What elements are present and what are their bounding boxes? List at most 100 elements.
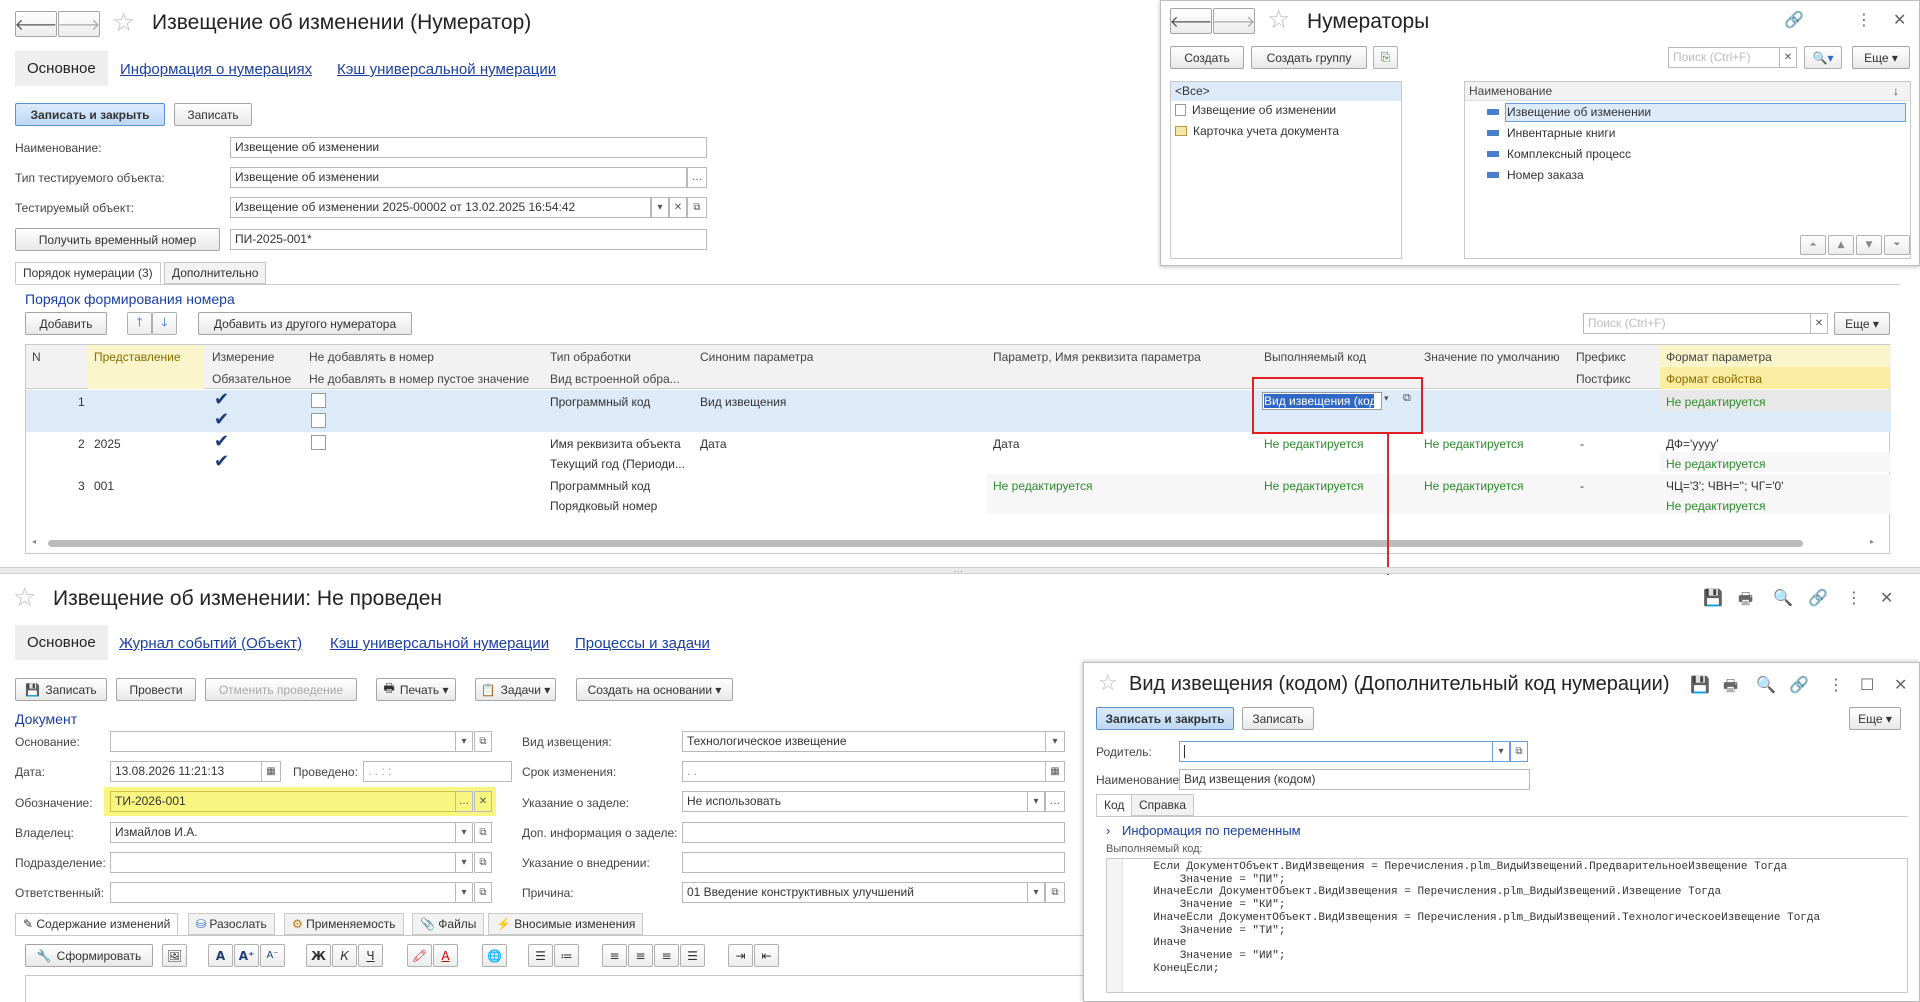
create-button[interactable]: Создать — [1170, 46, 1244, 69]
row-1-dim-check-icon[interactable]: ✔ — [214, 391, 229, 409]
basis-dropdown-icon[interactable]: ▾ — [455, 731, 473, 752]
up-icon[interactable]: ▲ — [1828, 235, 1854, 255]
calendar-icon[interactable]: ▦ — [261, 761, 281, 782]
parent-field[interactable] — [1179, 741, 1493, 762]
name-field[interactable]: Извещение об изменении — [230, 137, 707, 158]
save-button[interactable]: Записать — [174, 103, 252, 126]
maximize-icon[interactable]: ☐ — [1860, 675, 1874, 694]
row-1-not-add-checkbox[interactable] — [311, 393, 326, 408]
code-select-icon[interactable]: … — [455, 791, 473, 812]
bold-icon[interactable]: Ж — [306, 944, 331, 967]
header-default[interactable]: Значение по умолчанию — [1420, 348, 1564, 366]
scroll-left-icon[interactable]: ◂ — [32, 537, 36, 546]
numerators-more-button[interactable]: Еще ▾ — [1852, 46, 1910, 69]
header-not-add[interactable]: Не добавлять в номер — [305, 348, 438, 366]
backlog-field[interactable]: Не использовать — [682, 791, 1028, 812]
image-icon[interactable]: 🖼 — [162, 944, 187, 967]
add-from-other-button[interactable]: Добавить из другого нумератора — [198, 312, 412, 335]
object-clear-icon[interactable]: ✕ — [669, 197, 687, 218]
tab-main[interactable]: Основное — [15, 51, 108, 86]
reason-open-icon[interactable]: ⧉ — [1045, 882, 1065, 903]
numerators-list[interactable]: Наименование ↓ Извещение об изменении Ин… — [1464, 81, 1911, 259]
backlog-dropdown-icon[interactable]: ▾ — [1027, 791, 1045, 812]
align-center-icon[interactable]: ≡ — [628, 944, 653, 967]
code-link-icon[interactable]: 🔗 — [1789, 675, 1809, 694]
favorite-star-icon[interactable]: ☆ — [112, 10, 135, 36]
row-2-not-add-checkbox[interactable] — [311, 435, 326, 450]
header-required[interactable]: Обязательное — [208, 370, 295, 388]
table-row-1-bg[interactable] — [26, 390, 1891, 432]
code-field[interactable]: ТИ-2026-001 — [110, 791, 456, 812]
down-icon[interactable]: ▼ — [1856, 235, 1882, 255]
align-left-icon[interactable]: ≡ — [602, 944, 627, 967]
doc-tab-main[interactable]: Основное — [15, 625, 108, 660]
doc-favorite-icon[interactable]: ☆ — [13, 585, 36, 611]
parent-open-icon[interactable]: ⧉ — [1510, 741, 1528, 762]
row-2-required-check-icon[interactable]: ✔ — [214, 453, 229, 471]
dept-field[interactable] — [110, 852, 456, 873]
doc-close-icon[interactable]: ✕ — [1880, 588, 1893, 607]
subtab-order[interactable]: Порядок нумерации (3) — [15, 262, 161, 284]
code-name-field[interactable]: Вид извещения (кодом) — [1179, 769, 1530, 790]
row-1-not-add-empty-checkbox[interactable] — [311, 413, 326, 428]
grid-search-clear-icon[interactable]: ✕ — [1810, 313, 1828, 334]
insert-link-icon[interactable]: 🌐 — [482, 944, 507, 967]
term-field[interactable]: . . — [682, 761, 1046, 782]
move-down-icon[interactable]: 🡓 — [152, 312, 177, 335]
row-1-required-check-icon[interactable]: ✔ — [214, 411, 229, 429]
form-button[interactable]: 🔧 Сформировать — [25, 944, 153, 967]
owner-dropdown-icon[interactable]: ▾ — [455, 822, 473, 843]
dept-open-icon[interactable]: ⧉ — [474, 852, 492, 873]
header-not-add-empty[interactable]: Не добавлять в номер пустое значение — [305, 370, 533, 388]
header-prefix[interactable]: Префикс — [1572, 348, 1630, 366]
numerators-forward-button[interactable]: 🡒 — [1213, 8, 1255, 34]
doc-tab-cache[interactable]: Кэш универсальной нумерации — [330, 635, 549, 652]
rich-text-editor[interactable] — [25, 975, 1085, 1002]
impl-field[interactable] — [682, 852, 1065, 873]
copy-icon[interactable]: ⎘ — [1373, 46, 1398, 69]
doc-preview-icon[interactable]: 🔍 — [1773, 588, 1793, 607]
indent-icon[interactable]: ⇥ — [728, 944, 753, 967]
highlight-color-icon[interactable]: 🖍 — [407, 944, 432, 967]
list-item[interactable]: Номер заказа — [1487, 168, 1584, 182]
type-field[interactable]: Извещение об изменении — [230, 167, 687, 188]
cancel-posting-button[interactable]: Отменить проведение — [205, 678, 357, 701]
align-right-icon[interactable]: ≡ — [654, 944, 679, 967]
object-field[interactable]: Извещение об изменении 2025-00002 от 13.… — [230, 197, 651, 218]
header-postfix[interactable]: Постфикс — [1572, 370, 1635, 388]
owner-field[interactable]: Измайлов И.А. — [110, 822, 456, 843]
horizontal-scrollbar[interactable] — [48, 540, 1803, 547]
kind-field[interactable]: Технологическое извещение — [682, 731, 1046, 752]
tree-item-notice[interactable]: Извещение об изменении — [1175, 103, 1336, 117]
close-icon[interactable]: ✕ — [1893, 10, 1906, 29]
code-editor[interactable]: Если ДокументОбъект.ВидИзвещения = Переч… — [1106, 858, 1908, 993]
numbering-grid[interactable]: N Представление Измерение Не добавлять в… — [25, 344, 1891, 554]
code-menu-icon[interactable]: ⋮ — [1828, 675, 1844, 694]
search-icon[interactable]: 🔍▾ — [1804, 46, 1842, 69]
code-save-button[interactable]: Записать — [1242, 707, 1314, 730]
forward-button[interactable]: 🡒 — [58, 11, 100, 37]
scroll-right-icon[interactable]: ▸ — [1870, 537, 1874, 546]
vars-expand-icon[interactable]: › — [1106, 823, 1110, 838]
header-format[interactable]: Формат параметра — [1662, 348, 1776, 366]
code-more-button[interactable]: Еще ▾ — [1849, 707, 1901, 730]
add-button[interactable]: Добавить — [25, 312, 107, 335]
term-calendar-icon[interactable]: ▦ — [1045, 761, 1065, 782]
header-prop-format[interactable]: Формат свойства — [1662, 370, 1766, 388]
create-group-button[interactable]: Создать группу — [1251, 46, 1367, 69]
resp-field[interactable] — [110, 882, 456, 903]
back-button[interactable]: 🡐 — [15, 11, 57, 37]
header-n[interactable]: N — [28, 348, 45, 366]
numerators-search-input[interactable]: Поиск (Ctrl+F) — [1668, 47, 1780, 68]
resp-open-icon[interactable]: ⧉ — [474, 882, 492, 903]
owner-open-icon[interactable]: ⧉ — [474, 822, 492, 843]
doc-menu-icon[interactable]: ⋮ — [1846, 588, 1862, 607]
numerators-favorite-icon[interactable]: ☆ — [1267, 7, 1290, 33]
posted-field[interactable]: . . : : — [363, 761, 512, 782]
header-repr[interactable]: Представление — [90, 348, 185, 366]
grid-search-input[interactable]: Поиск (Ctrl+F) — [1583, 313, 1811, 334]
subtab-extra[interactable]: Дополнительно — [164, 262, 267, 284]
code-close-icon[interactable]: ✕ — [1894, 675, 1907, 694]
header-param[interactable]: Параметр, Имя реквизита параметра — [989, 348, 1205, 366]
code-favorite-icon[interactable]: ☆ — [1098, 673, 1118, 695]
